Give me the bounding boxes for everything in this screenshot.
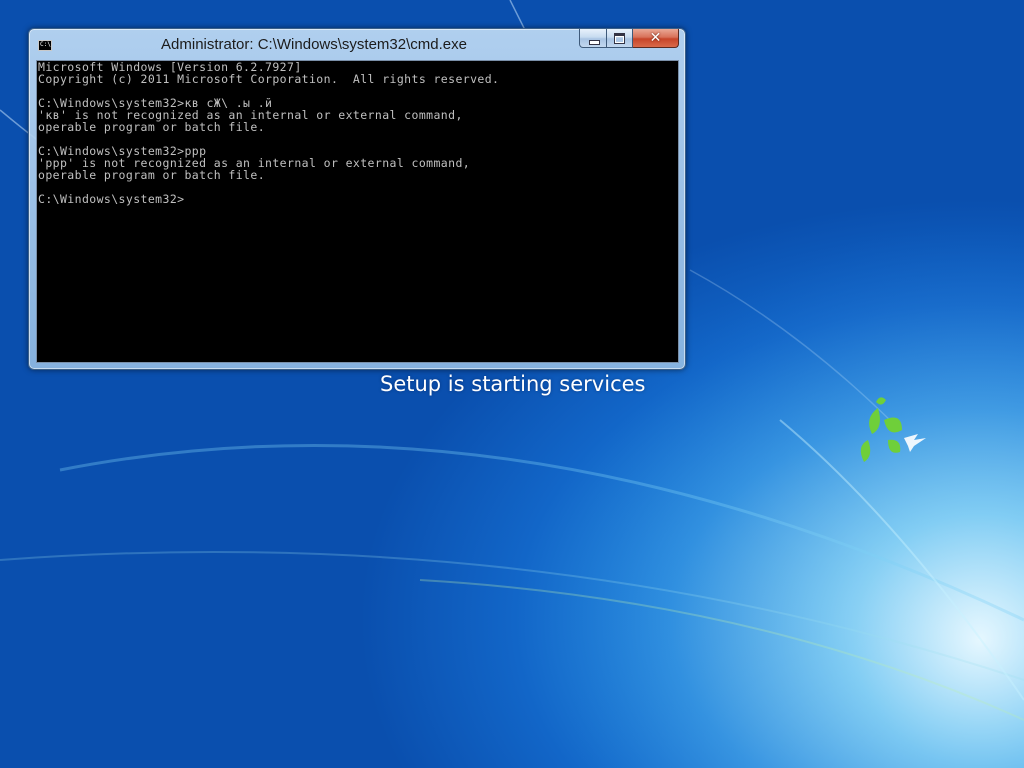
caption-buttons: ✕ [579,29,679,49]
window-title: Administrator: C:\Windows\system32\cmd.e… [161,36,467,53]
console-lines: Microsoft Windows [Version 6.2.7927] Cop… [38,61,499,205]
setup-status-text: Setup is starting services [380,372,646,396]
maximize-icon [614,33,625,44]
maximize-button[interactable] [607,29,633,48]
close-icon: ✕ [649,30,662,46]
leaf-logo [860,397,902,462]
bird-silhouette [904,434,926,452]
console-line: operable program or batch file. [38,168,266,182]
console-prompt[interactable]: C:\Windows\system32> [38,193,499,205]
minimize-button[interactable] [579,29,607,48]
close-button[interactable]: ✕ [633,29,679,48]
console-line: Copyright (c) 2011 Microsoft Corporation… [38,72,500,86]
console-output[interactable]: Microsoft Windows [Version 6.2.7927] Cop… [36,60,679,363]
title-bar[interactable]: C:\ Administrator: C:\Windows\system32\c… [29,29,685,59]
cmd-window[interactable]: C:\ Administrator: C:\Windows\system32\c… [28,28,686,370]
console-line: operable program or batch file. [38,120,266,134]
minimize-icon [589,40,600,45]
